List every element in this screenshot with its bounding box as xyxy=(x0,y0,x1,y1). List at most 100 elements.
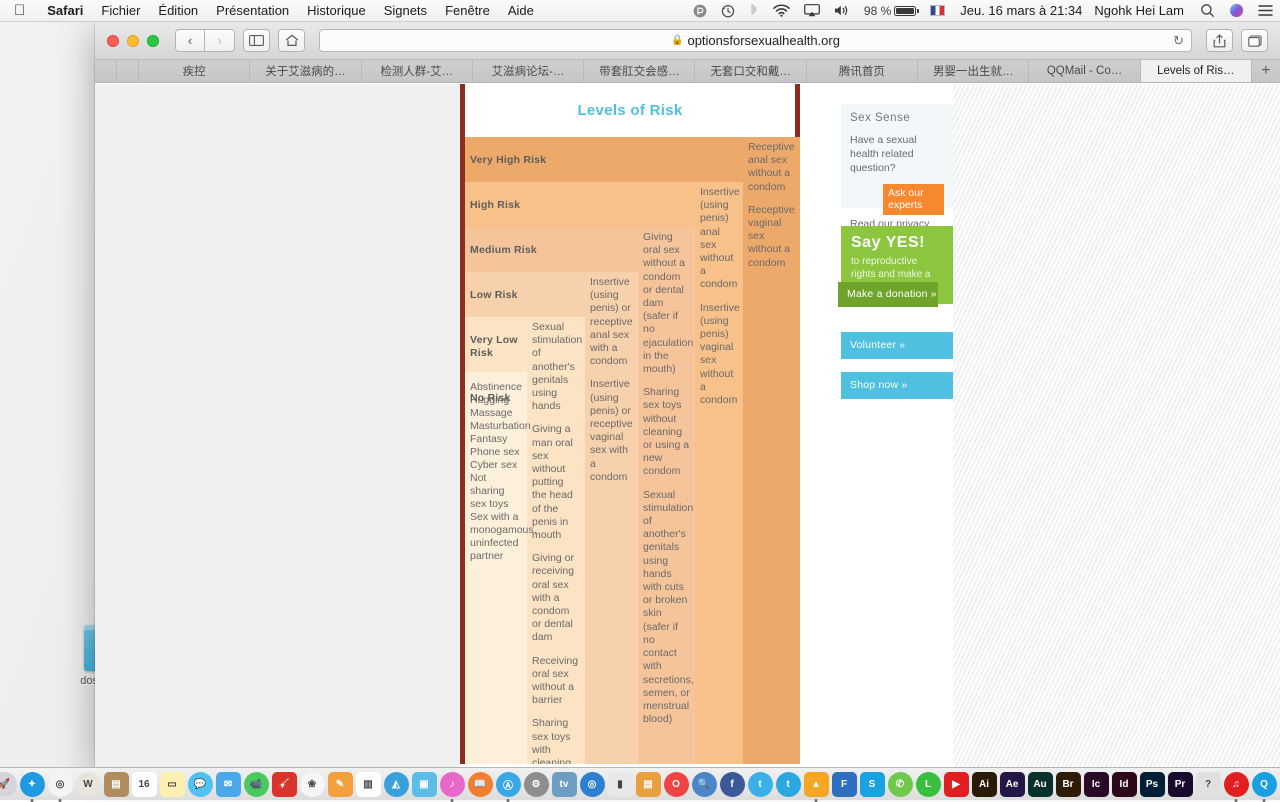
forward-button[interactable]: › xyxy=(205,29,235,52)
facetime-icon[interactable]: 📹 xyxy=(244,772,269,797)
close-button[interactable] xyxy=(107,35,119,47)
menu-item-safari[interactable]: Safari xyxy=(38,3,92,18)
sketch-icon[interactable]: ▲ xyxy=(804,772,829,797)
menu-item-aide[interactable]: Aide xyxy=(499,3,543,18)
menu-item-fichier[interactable]: Fichier xyxy=(92,3,149,18)
volunteer-button[interactable]: Volunteer » xyxy=(841,332,953,359)
french-flag-icon[interactable] xyxy=(923,5,952,16)
line-icon[interactable]: L xyxy=(916,772,941,797)
qq-browser-icon[interactable]: ◎ xyxy=(580,772,605,797)
menu-item-signets[interactable]: Signets xyxy=(375,3,436,18)
systemprefs-icon[interactable]: ⚙ xyxy=(524,772,549,797)
search-icon[interactable] xyxy=(1193,3,1222,18)
browser-tab-1[interactable] xyxy=(95,60,117,82)
apple-icon[interactable]:  xyxy=(0,3,38,18)
add-tab-button[interactable]: + xyxy=(1252,60,1280,82)
opera-icon[interactable]: O xyxy=(664,772,689,797)
aftereffects-icon[interactable]: Ae xyxy=(1000,772,1025,797)
browser-tab-3[interactable]: 疾控 xyxy=(139,60,250,82)
ask-our-experts-button[interactable]: Ask our experts xyxy=(883,184,944,215)
notification-center-icon[interactable] xyxy=(1251,4,1280,17)
battery-status[interactable]: 98 % xyxy=(857,4,923,18)
browser-tab-7[interactable]: 带套肛交会感… xyxy=(584,60,695,82)
chrome-icon[interactable]: ◎ xyxy=(48,772,73,797)
chart-title: Levels of Risk xyxy=(465,84,795,137)
indesign-icon[interactable]: Id xyxy=(1112,772,1137,797)
skype-icon[interactable]: S xyxy=(860,772,885,797)
bridge-icon[interactable]: Br xyxy=(1056,772,1081,797)
minimize-button[interactable] xyxy=(127,35,139,47)
itunes-icon[interactable]: ♪ xyxy=(440,772,465,797)
presentation-icon[interactable]: ▣ xyxy=(412,772,437,797)
levels-of-risk-chart: Levels of Risk Receptive anal sex withou… xyxy=(460,84,800,764)
share-button[interactable] xyxy=(1206,29,1233,52)
photos-icon[interactable]: ❀ xyxy=(300,772,325,797)
photoshop-icon[interactable]: Ps xyxy=(1140,772,1165,797)
wechat-icon[interactable]: ✆ xyxy=(888,772,913,797)
illustrator-icon[interactable]: Ai xyxy=(972,772,997,797)
netease-music-icon[interactable]: ♫ xyxy=(1224,772,1249,797)
new-tab-button[interactable] xyxy=(1241,29,1268,52)
shop-now-button[interactable]: Shop now » xyxy=(841,372,953,399)
menu-item-fenetre[interactable]: Fenêtre xyxy=(436,3,499,18)
back-button[interactable]: ‹ xyxy=(175,29,205,52)
appstore-icon[interactable]: Ⓐ xyxy=(496,772,521,797)
audition-icon[interactable]: Au xyxy=(1028,772,1053,797)
home-button[interactable] xyxy=(278,29,305,52)
menu-item-historique[interactable]: Historique xyxy=(298,3,375,18)
airplay-icon[interactable] xyxy=(797,4,827,17)
facebook-icon[interactable]: f xyxy=(720,772,745,797)
wifi-icon[interactable] xyxy=(766,4,797,17)
browser-tab-5[interactable]: 检测人群-艾… xyxy=(362,60,473,82)
address-bar[interactable]: 🔒 optionsforsexualhealth.org ↻ xyxy=(319,29,1192,52)
reload-icon[interactable]: ↻ xyxy=(1173,33,1184,49)
qq-icon[interactable]: Q xyxy=(1252,772,1277,797)
incopy-icon[interactable]: Ic xyxy=(1084,772,1109,797)
browser-tab-8[interactable]: 无套口交和戴… xyxy=(695,60,806,82)
time-machine-icon[interactable] xyxy=(714,4,742,18)
menu-item-edition[interactable]: Édition xyxy=(149,3,207,18)
numbers-icon[interactable]: ▥ xyxy=(356,772,381,797)
fontbook-icon[interactable]: F xyxy=(832,772,857,797)
entry-receptive-vaginal-no-condom: Receptive vaginal sex without a condom xyxy=(748,204,795,270)
french-app-icon[interactable]: ▮ xyxy=(608,772,633,797)
unknown-icon[interactable]: ? xyxy=(1196,772,1221,797)
menu-bar-clock[interactable]: Jeu. 16 mars à 21:34 xyxy=(952,3,1090,18)
browser-tab-10[interactable]: 男婴一出生就… xyxy=(918,60,1029,82)
browser-tab-4[interactable]: 关于艾滋病的… xyxy=(250,60,361,82)
notes-icon[interactable]: ▭ xyxy=(160,772,185,797)
bluetooth-icon[interactable] xyxy=(742,3,766,18)
book-icon[interactable]: ▤ xyxy=(636,772,661,797)
premiere-icon[interactable]: Pr xyxy=(1168,772,1193,797)
keynote-icon[interactable]: ◭ xyxy=(384,772,409,797)
twitter-icon[interactable]: t xyxy=(748,772,773,797)
calendar-icon[interactable]: 16 xyxy=(132,772,157,797)
browser-tab-12-active[interactable]: Levels of Ris… xyxy=(1141,60,1252,82)
safari-icon[interactable]: ✦ xyxy=(20,772,45,797)
contacts-icon[interactable]: ▤ xyxy=(104,772,129,797)
browser-tab-6[interactable]: 艾滋病论坛-… xyxy=(473,60,584,82)
tweetbot-icon[interactable]: t xyxy=(776,772,801,797)
beats-icon[interactable] xyxy=(686,4,714,18)
browser-tab-2[interactable] xyxy=(117,60,139,82)
youtube-icon[interactable]: ▶ xyxy=(944,772,969,797)
ibooks-icon[interactable]: 📖 xyxy=(468,772,493,797)
launchpad-icon[interactable]: 🚀 xyxy=(0,772,17,797)
make-a-donation-button[interactable]: Make a donation » xyxy=(838,282,938,307)
volume-icon[interactable] xyxy=(827,4,857,17)
browser-tab-11[interactable]: QQMail - Co… xyxy=(1029,60,1140,82)
tv-icon[interactable]: tv xyxy=(552,772,577,797)
maximize-button[interactable] xyxy=(147,35,159,47)
browser-tab-9[interactable]: 腾讯首页 xyxy=(807,60,918,82)
pages-icon[interactable]: ✎ xyxy=(328,772,353,797)
messages-icon[interactable]: 💬 xyxy=(188,772,213,797)
menu-item-presentation[interactable]: Présentation xyxy=(207,3,298,18)
garageband-icon[interactable]: 🎸 xyxy=(272,772,297,797)
column-medium-risk: Giving oral sex without a condom or dent… xyxy=(638,227,695,764)
siri-icon[interactable] xyxy=(1222,3,1251,18)
mail-icon[interactable]: ✉ xyxy=(216,772,241,797)
wikipedia-icon[interactable]: W xyxy=(76,772,101,797)
sidebar-toggle-button[interactable] xyxy=(243,29,270,52)
dictionary-icon[interactable]: 🔍 xyxy=(692,772,717,797)
menu-bar-username[interactable]: Ngohk Hei Lam xyxy=(1090,3,1193,18)
